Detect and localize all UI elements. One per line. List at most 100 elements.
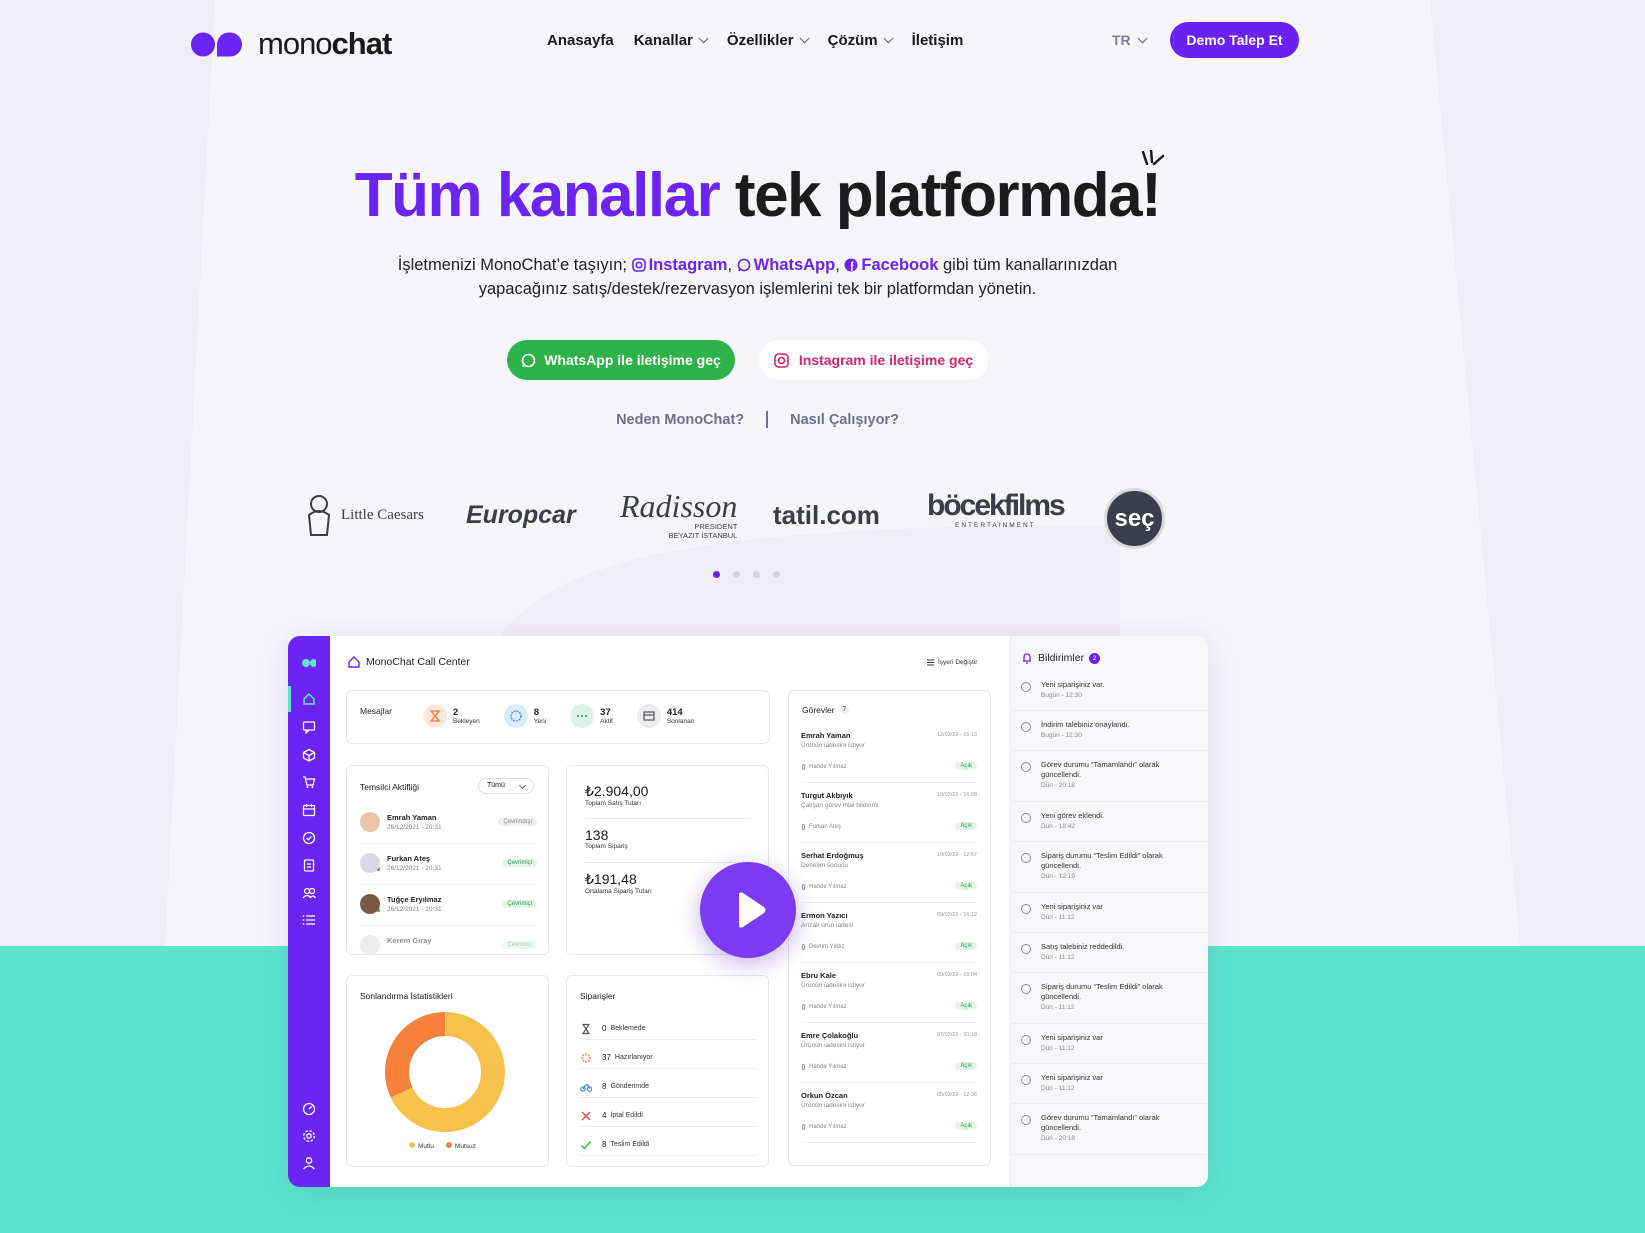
rep-date: 26/12/2021 - 20:31 (387, 824, 442, 831)
notification-date: Dün - 11:12 (1041, 1085, 1075, 1092)
notification-item[interactable]: Sipariş durumu “Teslim Edildi” olarak gü… (1021, 982, 1199, 1011)
notification-text: Görev durumu “Tamamlandı” olarak güncell… (1041, 1113, 1160, 1132)
language-selector[interactable]: TR (1112, 32, 1148, 48)
notification-item[interactable]: Yeni görev eklendi. Dün - 18:42 (1021, 811, 1199, 830)
task-row[interactable]: Serhat Erdoğmuş 10/03/22 - 12:57 Denetim s… (801, 851, 977, 903)
order-status: İptal Edildi (610, 1112, 643, 1119)
notification-item[interactable]: Yeni siparişiniz var Dün - 11:12 (1021, 1033, 1199, 1052)
task-date: 05/03/22 - 12:36 (936, 1092, 977, 1098)
hero-links: Neden MonoChat? Nasıl Çalışıyor? (0, 411, 1515, 428)
rep-row: Furkan Ateş 26/12/2021 - 20:31 Çevrimiçi (360, 851, 537, 885)
brand-europcar: Europcar (466, 500, 576, 529)
nav-features[interactable]: Özellikler (727, 32, 810, 49)
task-assignee: Hande Yılmaz (809, 764, 847, 770)
switch-workplace[interactable]: İşyeri Değiştir (926, 658, 977, 667)
notification-item[interactable]: Satış talebiniz reddedildi. Dün - 11:12 (1021, 942, 1199, 961)
task-row[interactable]: Emre Çolakoğlu 07/03/22 - 20:18 Ürünün iad… (801, 1031, 977, 1083)
home-icon[interactable] (302, 692, 316, 706)
task-desc: Arızalı ürün iadesi (801, 922, 854, 929)
cart-icon[interactable] (302, 775, 316, 789)
nav-channels[interactable]: Kanallar (634, 32, 709, 49)
carousel-dot[interactable] (713, 571, 720, 578)
rep-filter-select[interactable]: Tümü (478, 778, 534, 794)
task-assignee: Furkan Ateş (809, 824, 842, 830)
user-icon[interactable] (302, 1156, 316, 1170)
rep-activity-card: Temsilci Aktifliği Tümü Emrah Yaman 26/12… (346, 765, 549, 955)
carousel-dot[interactable] (753, 571, 760, 578)
task-row[interactable]: Orkun Özcan 05/03/22 - 12:36 Ürünün iadesi… (801, 1091, 977, 1143)
divider (1011, 750, 1208, 751)
settings-gear-icon[interactable] (302, 1129, 316, 1143)
task-date: 09/03/22 - 16:12 (936, 912, 977, 918)
calendar-icon[interactable] (302, 803, 316, 817)
notification-item[interactable]: Yeni siparişiniz var Dün - 11:12 (1021, 1073, 1199, 1092)
notification-item[interactable]: İndirim talebiniz onaylandı. Bugün - 12:3… (1021, 720, 1199, 739)
stat-waiting: 2 Bekleyen (423, 704, 480, 728)
notification-text-wrap: Yeni siparişiniz var. Bugün - 12:30 (1041, 680, 1191, 699)
notification-text-wrap: Görev durumu “Tamamlandı” olarak güncell… (1041, 1113, 1191, 1142)
logo-text: monochat (258, 26, 392, 61)
check-circle-icon[interactable] (302, 831, 316, 845)
notification-item[interactable]: Yeni siparişiniz var. Bugün - 12:30 (1021, 680, 1199, 699)
order-status: Hazırlanıyor (614, 1054, 653, 1061)
task-date: 12/03/22 - 16:13 (936, 732, 977, 738)
notification-icon (1021, 813, 1031, 823)
carousel-dot[interactable] (733, 571, 740, 578)
why-monochat-link[interactable]: Neden MonoChat? (616, 412, 744, 428)
active-indicator (288, 686, 291, 712)
whatsapp-icon (521, 353, 536, 367)
notification-date: Dün - 18:42 (1041, 823, 1075, 830)
nav-home[interactable]: Anasayfa (547, 32, 614, 49)
notification-text: Yeni siparişiniz var (1041, 1073, 1103, 1082)
pin-icon (802, 1124, 805, 1130)
notification-text: Sipariş durumu “Teslim Edildi” olarak gü… (1041, 982, 1163, 1001)
demo-request-button[interactable]: Demo Talep Et (1170, 22, 1299, 58)
task-date: 07/03/22 - 20:18 (936, 1032, 977, 1038)
task-desc: Ürünün iadesini istiyor (801, 1042, 865, 1049)
notification-date: Bugün - 12:30 (1041, 692, 1082, 699)
play-video-button[interactable] (700, 862, 796, 958)
notification-item[interactable]: Görev durumu “Tamamlandı” olarak güncell… (1021, 760, 1199, 789)
box-icon[interactable] (302, 748, 316, 762)
order-status: Teslim Edildi (610, 1141, 650, 1148)
notification-date: Dün - 11:12 (1041, 1045, 1075, 1052)
monochat-logo[interactable]: monochat (191, 26, 392, 62)
task-assignee: Hande Yılmaz (809, 1004, 847, 1010)
dashboard-title: MonoChat Call Center (366, 656, 470, 668)
notification-date: Dün - 20:18 (1041, 782, 1075, 789)
rep-status-badge: Çevrimiçi (502, 859, 537, 867)
instagram-link[interactable]: Instagram (631, 256, 727, 274)
main-nav: Anasayfa Kanallar Özellikler Çözüm İleti… (547, 32, 963, 49)
facebook-link[interactable]: Facebook (844, 256, 938, 274)
whatsapp-contact-button[interactable]: WhatsApp ile iletişime geç (507, 340, 735, 380)
nav-solution[interactable]: Çözüm (828, 32, 894, 49)
notification-item[interactable]: Yeni siparişiniz var Dün - 11:12 (1021, 902, 1199, 921)
closing-stats-card: Sonlandırma İstatistikleri Mutlu Mutsuz (346, 975, 549, 1167)
clipboard-icon[interactable] (302, 858, 316, 872)
list-icon[interactable] (302, 913, 316, 927)
notification-item[interactable]: Sipariş durumu “Teslim Edildi” olarak gü… (1021, 851, 1199, 880)
notification-text: Yeni siparişiniz var (1041, 1033, 1103, 1042)
notification-item[interactable]: Görev durumu “Tamamlandı” olarak güncell… (1021, 1113, 1199, 1142)
how-it-works-link[interactable]: Nasıl Çalışıyor? (790, 412, 899, 428)
dashboard-gauge-icon[interactable] (302, 1102, 316, 1116)
stat-active: 37 Aktif (570, 704, 613, 728)
instagram-contact-button[interactable]: Instagram ile iletişime geç (759, 340, 988, 380)
task-assignee: Hande Yılmaz (809, 1064, 847, 1070)
cancel-x-icon (581, 1111, 591, 1120)
whatsapp-link[interactable]: WhatsApp (737, 256, 835, 274)
chat-icon[interactable] (302, 720, 316, 734)
task-desc: Çalışan görev ihlal bildirimi (801, 802, 879, 809)
task-row[interactable]: Ebru Kale 09/03/22 - 16:04 Ürünün iadesini… (801, 971, 977, 1023)
task-row[interactable]: Ermon Yazıcı 09/03/22 - 16:12 Arızalı ürün… (801, 911, 977, 963)
carousel-dot[interactable] (773, 571, 780, 578)
task-row[interactable]: Emrah Yaman 12/03/22 - 16:13 Ürünün iadesi… (801, 731, 977, 783)
nav-contact[interactable]: İletişim (912, 32, 964, 49)
users-icon[interactable] (302, 886, 316, 900)
task-row[interactable]: Turgut Akbıyık 10/03/22 - 16:08 Çalışan gö… (801, 791, 977, 843)
legend-unhappy: Mutsuz (445, 1142, 476, 1150)
notification-text: Yeni siparişiniz var (1041, 902, 1103, 911)
divider (1011, 1103, 1208, 1104)
notification-text-wrap: Yeni siparişiniz var Dün - 11:12 (1041, 1073, 1191, 1092)
task-date: 10/03/22 - 16:08 (936, 792, 977, 798)
